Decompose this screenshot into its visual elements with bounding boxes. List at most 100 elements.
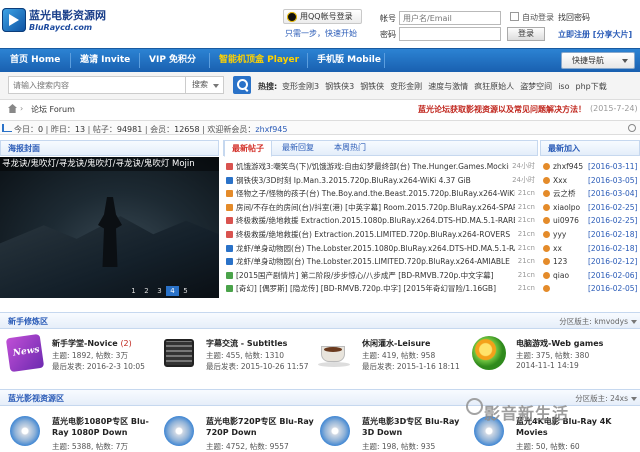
site-logo[interactable]: 蓝光电影资源网 BluRaycd.com xyxy=(2,6,114,38)
topic-title[interactable]: 龙虾/单身动物园(台) The.Lobster.2015.LIMITED.720… xyxy=(236,257,510,266)
newest-member-link[interactable]: zhxf945 xyxy=(255,125,287,134)
member-name[interactable]: ui0976 xyxy=(553,215,588,226)
collapse-icon[interactable] xyxy=(628,124,636,132)
topic-row[interactable]: 终极救援/绝地救援 Extraction.2015.1080p.BluRay.x… xyxy=(226,215,535,227)
topic-title[interactable]: 怪物之子/怪物的孩子(台) The.Boy.and.the.Beast.2015… xyxy=(236,189,516,198)
login-button[interactable]: 登录 xyxy=(507,27,545,41)
forum-bluray-3d[interactable]: 蓝光电影3D专区 Blu-Ray 3D Down 主题: 198, 帖数: 93… xyxy=(318,414,468,451)
topic-type-icon xyxy=(226,285,233,293)
nav-invite[interactable]: 邀请 Invite xyxy=(80,49,130,72)
topic-title[interactable]: [奇幻] [偶罗斯] [隐龙传] [BD-RMVB.720p.中字] [2015… xyxy=(236,284,496,293)
forum-new-count: (2) xyxy=(120,339,132,348)
topic-row[interactable]: [2015国产剧情片] 第二阶段/步步惊心/八步成严 [BD-RMVB.720p… xyxy=(226,269,535,281)
topic-title[interactable]: 终极救援/绝地救援 Extraction.2015.1080p.BluRay.x… xyxy=(236,216,524,225)
topic-title[interactable]: 龙虾/单身动物园(台) The.Lobster.2015.1080p.BluRa… xyxy=(236,244,535,253)
slide-dot[interactable]: 2 xyxy=(140,286,153,296)
member-row[interactable]: 云之桥 [2016-03-04] xyxy=(543,188,638,199)
slide-caption[interactable]: 寻龙诀/鬼吹灯/寻龙诀/鬼吹灯/寻龙诀/鬼吹灯 Mojin xyxy=(0,157,219,171)
search-type-select[interactable]: 搜索 xyxy=(186,76,224,94)
hot-search-link[interactable]: 盗梦空间 xyxy=(520,82,552,91)
topic-title[interactable]: 房间/不存在的房间(台)/抖室(港) [中英字幕] Room.2015.720p… xyxy=(236,203,528,212)
username-input[interactable] xyxy=(399,11,501,25)
register-link[interactable]: 立即注册 [分享大片] xyxy=(558,29,632,40)
hot-search-link[interactable]: 疯狂原始人 xyxy=(474,82,514,91)
slide-dot[interactable]: 5 xyxy=(179,286,192,296)
hot-search-link[interactable]: 钢铁侠3 xyxy=(325,82,354,91)
topic-row[interactable]: 龙虾/单身动物园(台) The.Lobster.2015.1080p.BluRa… xyxy=(226,242,535,254)
topic-row[interactable]: 钢铁侠3/3D时刻 Ip.Man.3.2015.720p.BluRay.x264… xyxy=(226,174,535,186)
member-row[interactable]: [2016-02-05] xyxy=(543,283,638,294)
shortcut-label: 快捷导航 xyxy=(572,56,604,65)
slide-dot[interactable]: 3 xyxy=(153,286,166,296)
featured-slide-image[interactable] xyxy=(0,157,219,298)
member-row[interactable]: yyy [2016-02-18] xyxy=(543,229,638,240)
member-name[interactable]: xx xyxy=(553,243,588,254)
member-name[interactable]: zhxf945 xyxy=(553,161,588,172)
stat-members: 12658 xyxy=(174,125,200,134)
user-icon xyxy=(543,258,550,266)
member-row[interactable]: xiaolpo [2016-02-25] xyxy=(543,202,638,213)
slide-dot[interactable]: 1 xyxy=(127,286,140,296)
nav-player[interactable]: 智能机顶盒 Player xyxy=(219,49,299,72)
member-row[interactable]: qiao [2016-02-06] xyxy=(543,270,638,281)
forum-stats: 主题: 419, 帖数: 958 xyxy=(362,351,436,360)
hot-search-link[interactable]: iso xyxy=(558,82,569,91)
topic-time: 21cn xyxy=(514,242,535,254)
topic-row[interactable]: 房间/不存在的房间(台)/抖室(港) [中英字幕] Room.2015.720p… xyxy=(226,201,535,213)
tab-latest-replies[interactable]: 最新回复 xyxy=(274,140,322,157)
member-name[interactable]: 123 xyxy=(553,256,588,267)
topic-row[interactable]: [奇幻] [偶罗斯] [隐龙传] [BD-RMVB.720p.中字] [2015… xyxy=(226,283,535,295)
forum-web-games[interactable]: 电脑游戏-Web games 主题: 375, 帖数: 380 2014-11-… xyxy=(472,336,622,380)
topic-row[interactable]: 怪物之子/怪物的孩子(台) The.Boy.and.the.Beast.2015… xyxy=(226,188,535,200)
hot-search-link[interactable]: 变形金刚3 xyxy=(282,82,319,91)
forum-leisure[interactable]: 休闲灌水-Leisure 主题: 419, 帖数: 958 最后发表: 2015… xyxy=(318,336,468,380)
nav-home[interactable]: 首页 Home xyxy=(10,49,60,72)
member-name[interactable]: yyy xyxy=(553,229,588,240)
member-row[interactable]: xx [2016-02-18] xyxy=(543,243,638,254)
topic-title[interactable]: 终极救援/绝地救援(台) Extraction.2015.LIMITED.720… xyxy=(236,230,510,239)
forum-stats: 主题: 1892, 帖数: 3万 xyxy=(52,351,128,360)
breadcrumb[interactable]: 论坛 Forum xyxy=(31,104,75,115)
nav-divider xyxy=(209,53,210,68)
nav-mobile[interactable]: 手机版 Mobile xyxy=(317,49,381,72)
password-input[interactable] xyxy=(399,27,501,41)
topic-title[interactable]: 钢铁侠3/3D时刻 Ip.Man.3.2015.720p.BluRay.x264… xyxy=(236,176,471,185)
find-password-link[interactable]: 找回密码 xyxy=(558,12,590,23)
announcement-link[interactable]: 蓝光论坛获取影视资源以及常见问题解决方法！ xyxy=(418,104,586,115)
member-row[interactable]: zhxf945 [2016-03-11] xyxy=(543,161,638,172)
shortcut-nav-dropdown[interactable]: 快捷导航 xyxy=(561,52,635,69)
forum-novice[interactable]: News 新手学堂-Novice (2) 主题: 1892, 帖数: 3万 最后… xyxy=(5,333,158,380)
member-name[interactable]: xiaolpo xyxy=(553,202,588,213)
tab-weekly-hot[interactable]: 本周热门 xyxy=(324,140,376,157)
slide-dot-active[interactable]: 4 xyxy=(166,286,179,296)
hot-search-link[interactable]: php下载 xyxy=(575,82,606,91)
qq-login-button[interactable]: 用QQ帐号登录 xyxy=(283,9,362,24)
member-name[interactable]: qiao xyxy=(553,270,588,281)
forum-bluray-720p[interactable]: 蓝光电影720P专区 Blu-Ray 720P Down 主题: 4752, 帖… xyxy=(162,414,314,451)
topic-title[interactable]: [2015国产剧情片] 第二阶段/步步惊心/八步成严 [BD-RMVB.720p… xyxy=(236,271,494,280)
hot-search-link[interactable]: 速度与激情 xyxy=(428,82,468,91)
topic-row[interactable]: 终极救援/绝地救援(台) Extraction.2015.LIMITED.720… xyxy=(226,229,535,240)
nav-vip[interactable]: VIP 免积分 xyxy=(149,49,196,72)
member-row[interactable]: ui0976 [2016-02-25] xyxy=(543,215,638,226)
member-name[interactable]: 云之桥 xyxy=(553,188,588,199)
member-name[interactable]: Xxx xyxy=(553,175,588,186)
home-icon[interactable] xyxy=(8,104,17,113)
search-input[interactable] xyxy=(8,76,186,94)
forum-subtitles[interactable]: 字幕交流 - Subtitles 主题: 455, 帖数: 1310 最后发表:… xyxy=(162,336,312,380)
collapse-icon[interactable] xyxy=(631,397,637,401)
topic-title[interactable]: 饥饿游戏3:嘲笑鸟(下)/饥饿游戏:自由幻梦最终部(台) The.Hunger.… xyxy=(236,162,529,171)
tab-latest-posts[interactable]: 最新帖子 xyxy=(224,140,272,157)
hot-search-link[interactable]: 钢铁侠 xyxy=(360,82,384,91)
auto-login-checkbox[interactable] xyxy=(510,12,519,21)
forum-bluray-1080p[interactable]: 蓝光电影1080P专区 Blu-Ray 1080P Down 主题: 5388,… xyxy=(8,414,158,451)
topic-row[interactable]: 饥饿游戏3:嘲笑鸟(下)/饥饿游戏:自由幻梦最终部(台) The.Hunger.… xyxy=(226,161,535,172)
search-icon[interactable] xyxy=(233,76,251,94)
forum-last-post: 最后发表: 2015-10-26 11:57 xyxy=(206,362,309,371)
search-type-value: 搜索 xyxy=(192,80,208,89)
member-row[interactable]: 123 [2016-02-12] xyxy=(543,256,638,267)
member-row[interactable]: Xxx [2016-03-05] xyxy=(543,175,638,186)
collapse-icon[interactable] xyxy=(631,320,637,324)
hot-search-link[interactable]: 变形金刚 xyxy=(390,82,422,91)
topic-row[interactable]: 龙虾/单身动物园(台) The.Lobster.2015.LIMITED.720… xyxy=(226,256,535,268)
